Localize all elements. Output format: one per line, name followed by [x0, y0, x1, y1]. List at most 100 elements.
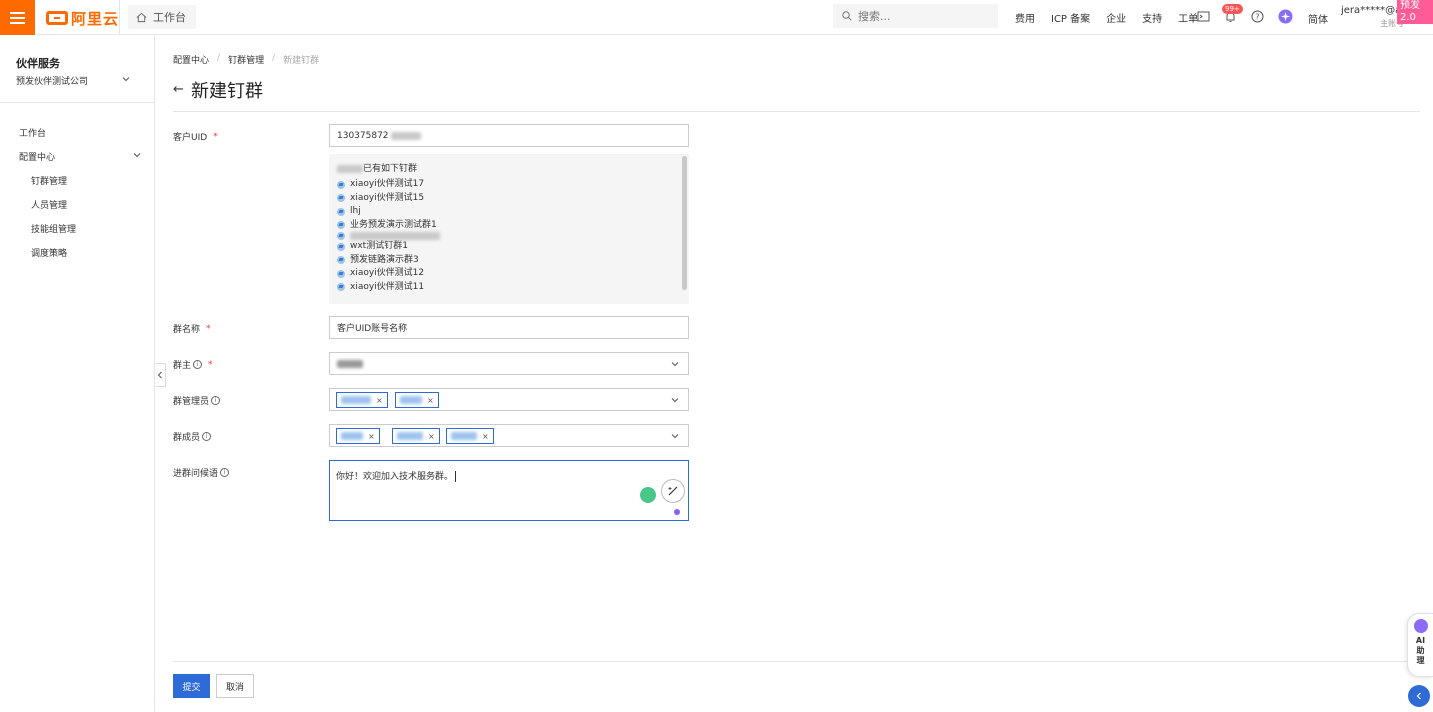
remove-tag-icon[interactable]: × [428, 432, 435, 441]
svg-text:?: ? [1255, 13, 1259, 22]
link-tickets[interactable]: 工单 [1178, 10, 1198, 25]
selected-member-tag: × [392, 428, 440, 444]
page-title: 新建钉群 [191, 81, 263, 102]
dingtalk-group-icon [337, 180, 345, 189]
dingtalk-group-icon [337, 283, 345, 292]
chevron-down-icon [671, 362, 679, 367]
group-name: xiaoyi伙伴测试11 [350, 281, 425, 292]
brand-logo[interactable]: 阿里云 [46, 8, 119, 28]
list-item: xiaoyi伙伴测试12 [337, 267, 440, 281]
info-icon[interactable]: i [193, 360, 203, 369]
chevron-left-icon [157, 371, 162, 379]
redacted-text [350, 232, 440, 240]
back-arrow-icon[interactable]: ← [173, 82, 184, 97]
info-icon[interactable]: i [220, 468, 230, 477]
dingtalk-group-icon [337, 242, 345, 251]
group-name-value: 客户UID账号名称 [337, 324, 408, 334]
existing-groups-list: xiaoyi伙伴测试17 xiaoyi伙伴测试15 lhj 业务预发演示测试群1… [337, 178, 440, 294]
link-icp[interactable]: ICP 备案 [1051, 10, 1090, 25]
selected-member-tag: × [336, 428, 380, 444]
footer-divider [173, 661, 1433, 662]
ai-helper-widget[interactable]: AI助理 [1407, 613, 1433, 677]
link-support[interactable]: 支持 [1142, 10, 1162, 25]
group-name: xiaoyi伙伴测试17 [350, 179, 425, 189]
sidebar-divider [0, 102, 154, 103]
hamburger-menu-button[interactable] [0, 0, 35, 35]
expand-panel-button[interactable] [1408, 685, 1430, 707]
chevron-down-icon [671, 434, 679, 439]
remove-tag-icon[interactable]: × [376, 396, 383, 405]
remove-tag-icon[interactable]: × [368, 432, 375, 441]
remove-tag-icon[interactable]: × [482, 432, 489, 441]
search-input[interactable] [858, 9, 978, 23]
sidebar-item-config-center[interactable]: 配置中心 [19, 150, 55, 163]
dingtalk-group-icon [337, 256, 345, 265]
list-item: lhj [337, 205, 440, 219]
group-name: 业务预发演示测试群1 [350, 219, 437, 230]
required-mark: * [208, 359, 213, 370]
chevron-left-icon [1416, 692, 1421, 700]
sidebar-title: 伙伴服务 [16, 57, 60, 70]
group-admins-select[interactable]: × × [329, 388, 689, 411]
submit-button[interactable]: 提交 [173, 674, 210, 698]
list-item: 预发链路演示群3 [337, 254, 440, 268]
sidebar-item-dispatch-policy[interactable]: 调度策略 [31, 246, 67, 259]
company-selector[interactable]: 预发伙伴测试公司 [16, 74, 88, 87]
breadcrumb-config-center[interactable]: 配置中心 [173, 53, 209, 66]
remove-tag-icon[interactable]: × [427, 396, 434, 405]
scrollbar[interactable] [682, 156, 687, 290]
chevron-down-icon[interactable] [122, 75, 130, 83]
list-item: wxt测试钉群1 [337, 240, 440, 254]
language-switch[interactable]: 简体 [1308, 11, 1328, 26]
group-members-select[interactable]: × × × [329, 424, 689, 447]
info-icon[interactable]: i [202, 432, 212, 441]
sidebar-item-staff-management[interactable]: 人员管理 [31, 198, 67, 211]
dingtalk-group-icon [337, 221, 345, 230]
chevron-down-icon[interactable] [133, 151, 141, 159]
top-links: 费用 ICP 备案 企业 支持 工单 [1015, 0, 1214, 35]
customer-uid-value: 130375872 [337, 130, 389, 141]
customer-uid-input[interactable]: 130375872 [329, 124, 689, 147]
redacted-text [390, 131, 421, 140]
terminal-icon[interactable] [1197, 10, 1210, 23]
group-owner-select[interactable] [329, 352, 689, 375]
sidebar-item-workbench[interactable]: 工作台 [19, 126, 46, 139]
lightbulb-icon[interactable] [640, 487, 656, 503]
breadcrumb-separator: / [217, 53, 221, 63]
sidebar-collapse-button[interactable] [155, 363, 166, 387]
group-members-label-text: 群成员 [173, 433, 201, 443]
search-box[interactable] [833, 4, 998, 28]
group-name: lhj [350, 206, 361, 216]
workbench-tab-label: 工作台 [153, 11, 186, 24]
link-billing[interactable]: 费用 [1015, 10, 1035, 25]
greeting-textarea[interactable]: 你好！欢迎加入技术服务群。 [329, 460, 689, 521]
group-owner-label-text: 群主 [173, 361, 192, 371]
ai-assistant-icon[interactable] [1278, 9, 1293, 24]
sidebar-item-group-management[interactable]: 钉群管理 [31, 174, 67, 187]
help-icon[interactable]: ? [1251, 10, 1264, 23]
list-item: xiaoyi伙伴测试15 [337, 192, 440, 206]
magic-wand-icon [668, 486, 678, 496]
selected-member-tag: × [446, 428, 494, 444]
group-admins-label: 群管理员 i [173, 394, 221, 407]
env-tag: 预发2.0 [1397, 0, 1433, 24]
info-icon[interactable]: i [211, 396, 221, 405]
dingtalk-group-icon [337, 194, 345, 203]
workbench-tab[interactable]: 工作台 [128, 5, 196, 29]
link-enterprise[interactable]: 企业 [1106, 10, 1126, 25]
redacted-text [341, 432, 363, 440]
cancel-button[interactable]: 取消 [216, 674, 254, 698]
account-menu[interactable]: jera*****@al 主账号 [1341, 5, 1404, 29]
ai-write-button[interactable] [661, 479, 685, 503]
breadcrumb-group-management[interactable]: 钉群管理 [228, 53, 264, 66]
notification-badge: 99+ [1222, 4, 1243, 14]
group-name-input[interactable]: 客户UID账号名称 [329, 316, 689, 339]
sidebar-item-skill-group[interactable]: 技能组管理 [31, 222, 76, 235]
group-owner-label: 群主 i * [173, 358, 213, 372]
breadcrumb: 配置中心 / 钉群管理 / 新建钉群 [173, 53, 319, 66]
sparkle-icon [1413, 619, 1428, 633]
redacted-text [451, 432, 477, 440]
dingtalk-group-icon [337, 232, 345, 240]
home-icon [136, 12, 147, 22]
breadcrumb-current: 新建钉群 [283, 56, 320, 66]
